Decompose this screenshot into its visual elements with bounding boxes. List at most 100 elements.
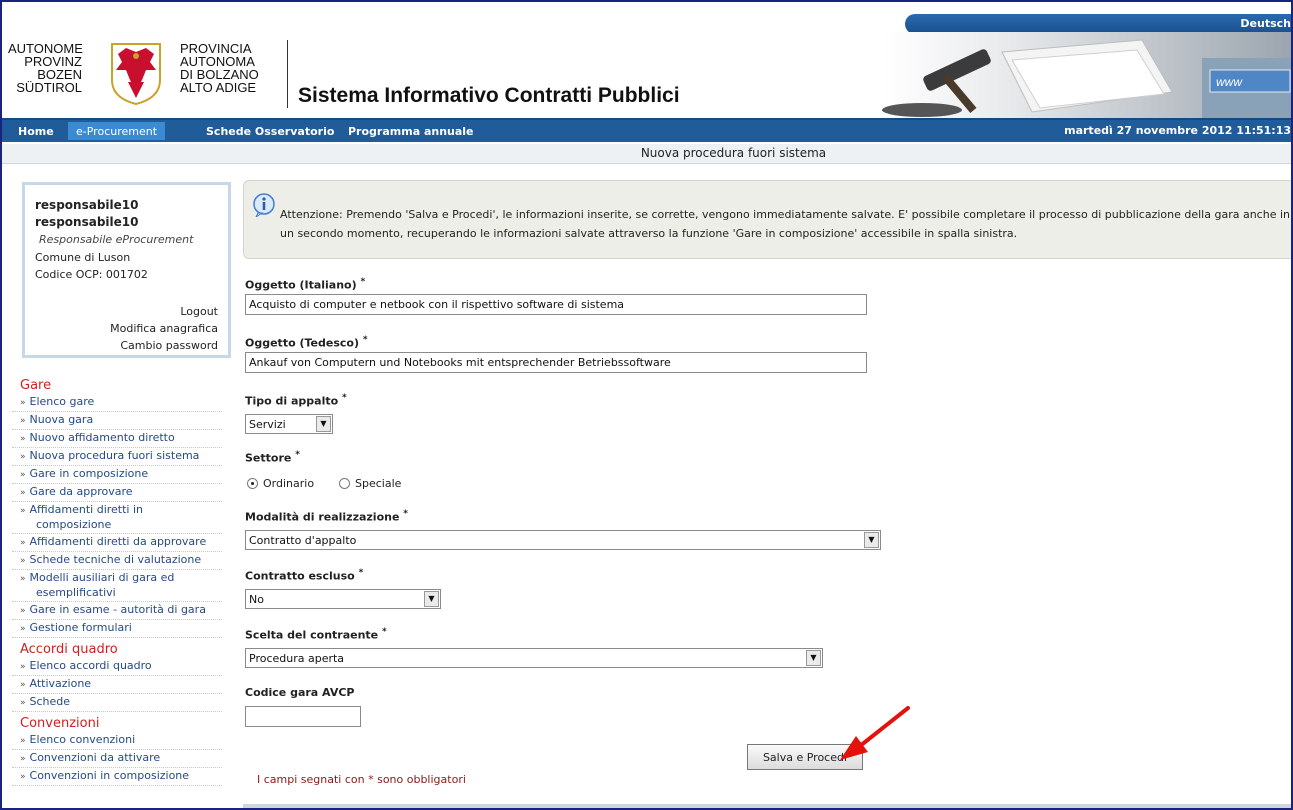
double-chevron-right-icon: » <box>20 556 26 566</box>
sidebar-menu-item[interactable]: » Schede tecniche di valutazione <box>12 552 222 570</box>
user-info-panel: responsabile10 responsabile10 Responsabi… <box>22 182 231 358</box>
app-window: Deutsch AUTONOME PROVINZ BOZEN SÜDTIROL … <box>0 0 1293 810</box>
required-mark: * <box>362 335 368 345</box>
notice-prefix: Attenzione: <box>280 208 343 221</box>
select-value: Servizi <box>249 418 286 431</box>
tipo-appalto-label: Tipo di appalto * <box>245 393 347 408</box>
scelta-contraente-select[interactable]: Procedura aperta ▼ <box>245 648 823 668</box>
sidebar-menu-item-label: Nuova gara <box>29 413 94 426</box>
sidebar-menu-item[interactable]: » Schede <box>12 694 222 712</box>
tipo-appalto-select[interactable]: Servizi ▼ <box>245 414 333 434</box>
chevron-down-icon[interactable]: ▼ <box>316 416 331 432</box>
double-chevron-right-icon: » <box>20 736 26 746</box>
sidebar-menu-item-label: Schede <box>29 695 71 708</box>
modalita-select[interactable]: Contratto d'appalto ▼ <box>245 530 881 550</box>
user-links: Logout Modifica anagrafica Cambio passwo… <box>110 303 218 354</box>
nav-home[interactable]: Home <box>10 124 62 139</box>
chevron-down-icon[interactable]: ▼ <box>864 532 879 548</box>
language-bar: Deutsch <box>905 14 1291 34</box>
sidebar-menu-item[interactable]: » Nuovo affidamento diretto <box>12 430 222 448</box>
sidebar-menu-item-label: Elenco accordi quadro <box>29 659 152 672</box>
sidebar-menu-item[interactable]: » Gare da approvare <box>12 484 222 502</box>
scelta-contraente-label: Scelta del contraente * <box>245 627 387 642</box>
notice-text: Attenzione: Premendo 'Salva e Procedi', … <box>280 205 1290 243</box>
radio-unselected-icon[interactable] <box>339 478 350 489</box>
double-chevron-right-icon: » <box>20 470 26 480</box>
double-chevron-right-icon: » <box>20 662 26 672</box>
nav-programma-annuale[interactable]: Programma annuale <box>340 124 482 139</box>
notice-box: Attenzione: Premendo 'Salva e Procedi', … <box>243 180 1291 259</box>
required-mark: * <box>403 509 408 519</box>
sidebar-menu-item[interactable]: » Gare in esame - autorità di gara <box>12 602 222 620</box>
nav-e-procurement[interactable]: e-Procurement <box>68 122 166 140</box>
sidebar-menu-item-label: Gare da approvare <box>29 485 133 498</box>
double-chevron-right-icon: » <box>20 452 26 462</box>
label-text: Codice gara AVCP <box>245 686 355 699</box>
sidebar-menu-item[interactable]: » Nuova procedura fuori sistema <box>12 448 222 466</box>
sidebar-menu-item[interactable]: » Gestione formulari <box>12 620 222 638</box>
sidebar-menu-item[interactable]: » Modelli ausiliari di gara ed esemplifica… <box>12 570 222 602</box>
double-chevron-right-icon: » <box>20 772 26 782</box>
sidebar-menu-item-label: esemplificativi <box>36 586 116 599</box>
double-chevron-right-icon: » <box>20 434 26 444</box>
double-chevron-right-icon: » <box>20 624 26 634</box>
double-chevron-right-icon: » <box>20 488 26 498</box>
logo-divider <box>287 40 288 108</box>
sidebar-menu-item-label: composizione <box>36 518 112 531</box>
radio-selected-icon[interactable] <box>247 478 258 489</box>
double-chevron-right-icon: » <box>20 754 26 764</box>
sidebar-menu-item-label: Elenco gare <box>29 395 95 408</box>
logout-link[interactable]: Logout <box>110 303 218 320</box>
sidebar-menu-item-label: Affidamenti diretti in <box>29 503 144 516</box>
logo-line: SÜDTIROL <box>16 80 82 95</box>
sidebar-menu-item[interactable]: » Convenzioni da attivare <box>12 750 222 768</box>
double-chevron-right-icon: » <box>20 574 26 584</box>
sidebar-menu-item[interactable]: » Gare in composizione <box>12 466 222 484</box>
logo-text-german: AUTONOME PROVINZ BOZEN SÜDTIROL <box>8 42 83 95</box>
logo-text-italian: PROVINCIA AUTONOMA DI BOLZANO ALTO ADIGE <box>180 42 259 94</box>
radio-label: Speciale <box>355 477 402 490</box>
sidebar-menu-item[interactable]: » Affidamenti diretti in composizione <box>12 502 222 534</box>
label-text: Tipo di appalto <box>245 394 339 408</box>
chevron-down-icon[interactable]: ▼ <box>806 650 821 666</box>
sidebar-menu-item-label: Attivazione <box>29 677 92 690</box>
red-pointer-arrow-icon <box>840 706 910 760</box>
settore-radio-ordinario[interactable]: Ordinario <box>247 477 314 490</box>
required-mark: * <box>382 627 387 637</box>
eagle-coat-of-arms-icon <box>111 43 161 106</box>
codice-avcp-input[interactable] <box>245 706 361 727</box>
app-title: Sistema Informativo Contratti Pubblici <box>298 84 680 107</box>
select-value: No <box>249 593 264 606</box>
user-role: Responsabile eProcurement <box>39 233 194 246</box>
current-datetime: martedì 27 novembre 2012 11:51:13 <box>1064 124 1291 137</box>
sidebar-menu-item[interactable]: » Elenco accordi quadro <box>12 658 222 676</box>
sidebar-menu-item[interactable]: » Affidamenti diretti da approvare <box>12 534 222 552</box>
oggetto-it-input[interactable] <box>245 294 867 315</box>
radio-label: Ordinario <box>263 477 315 490</box>
sidebar-menu-item-label: Schede tecniche di valutazione <box>29 553 202 566</box>
select-value: Contratto d'appalto <box>249 534 357 547</box>
nav-schede-osservatorio[interactable]: Schede Osservatorio <box>198 124 342 139</box>
notice-body: Premendo 'Salva e Procedi', le informazi… <box>280 208 1290 240</box>
sidebar-menu-item[interactable]: » Elenco gare <box>12 394 222 412</box>
label-text: Oggetto (Tedesco) <box>245 336 359 350</box>
settore-radio-speciale[interactable]: Speciale <box>339 477 401 490</box>
double-chevron-right-icon: » <box>20 680 26 690</box>
oggetto-de-input[interactable] <box>245 352 867 373</box>
label-text: Settore <box>245 451 292 465</box>
change-password-link[interactable]: Cambio password <box>110 337 218 354</box>
contratto-escluso-select[interactable]: No ▼ <box>245 589 441 609</box>
chevron-down-icon[interactable]: ▼ <box>424 591 439 607</box>
sidebar-menu-item[interactable]: » Elenco convenzioni <box>12 732 222 750</box>
edit-profile-link[interactable]: Modifica anagrafica <box>110 320 218 337</box>
required-mark: * <box>295 450 300 460</box>
sidebar-menu-item[interactable]: » Nuova gara <box>12 412 222 430</box>
sidebar-menu-item[interactable]: » Attivazione <box>12 676 222 694</box>
sidebar-menu-item[interactable]: » Convenzioni in composizione <box>12 768 222 786</box>
label-text: Scelta del contraente <box>245 628 379 642</box>
oggetto-it-label: Oggetto (Italiano) * <box>245 277 365 292</box>
label-text: Oggetto (Italiano) <box>245 278 357 292</box>
sidebar-menu-item-label: Convenzioni in composizione <box>29 769 190 782</box>
sidebar-menu-item-label: Gare in composizione <box>29 467 149 480</box>
language-link[interactable]: Deutsch <box>1240 17 1291 30</box>
